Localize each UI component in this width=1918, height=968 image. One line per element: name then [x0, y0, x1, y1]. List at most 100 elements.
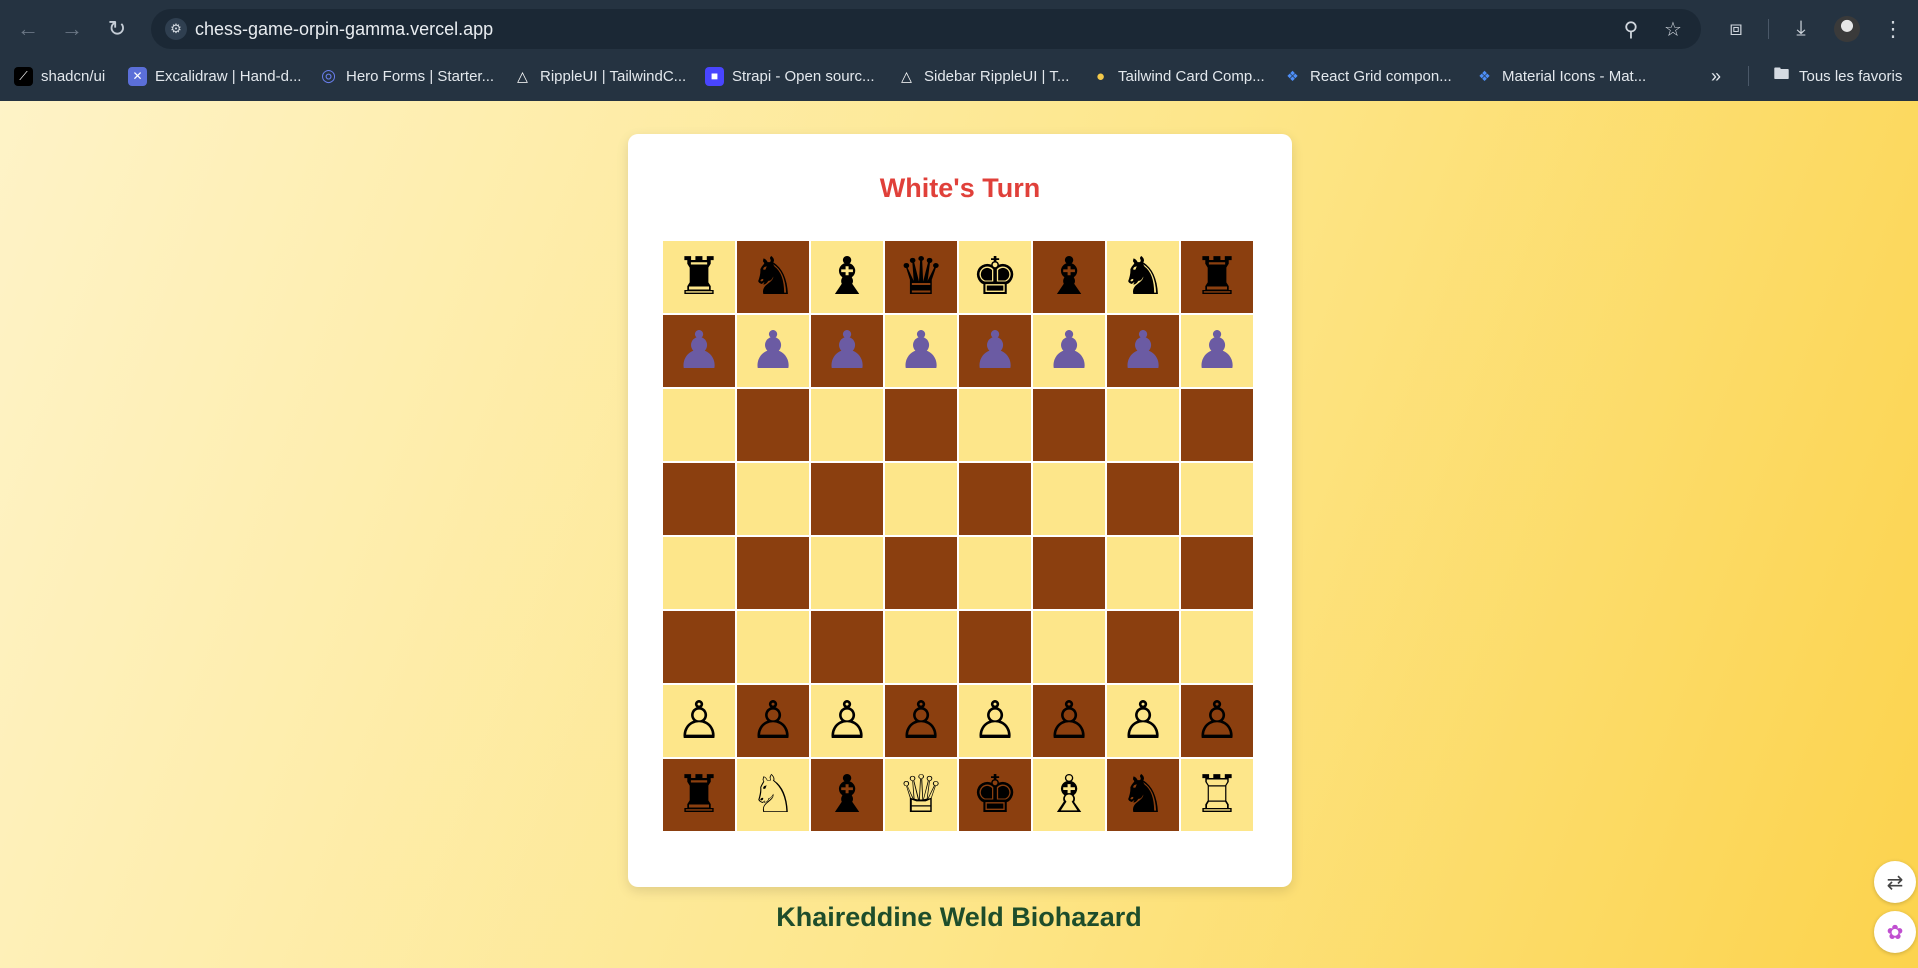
chess-piece[interactable]: ♙ — [824, 695, 871, 747]
chess-piece[interactable]: ♙ — [898, 695, 945, 747]
chess-piece[interactable]: ♜ — [676, 251, 723, 303]
square-d6[interactable] — [885, 389, 957, 461]
chess-piece[interactable]: ♕ — [898, 769, 945, 821]
chess-piece[interactable]: ♜ — [676, 769, 723, 821]
chess-piece[interactable]: ♟ — [676, 325, 723, 377]
square-c5[interactable] — [811, 463, 883, 535]
bookmark-item[interactable]: △ RippleUI | TailwindC... — [513, 62, 686, 90]
square-a2[interactable]: ♙ — [663, 685, 735, 757]
chess-piece[interactable]: ♙ — [972, 695, 1019, 747]
bookmarks-overflow-button[interactable]: » — [1711, 62, 1721, 90]
chess-piece[interactable]: ♟ — [1194, 325, 1241, 377]
chess-piece[interactable]: ♞ — [1120, 769, 1167, 821]
chess-piece[interactable]: ♙ — [1046, 695, 1093, 747]
square-e7[interactable]: ♟ — [959, 315, 1031, 387]
square-d5[interactable] — [885, 463, 957, 535]
square-g6[interactable] — [1107, 389, 1179, 461]
chess-piece[interactable]: ♚ — [972, 769, 1019, 821]
square-e4[interactable] — [959, 537, 1031, 609]
bookmark-item[interactable]: ❖ Material Icons - Mat... — [1475, 62, 1646, 90]
square-f3[interactable] — [1033, 611, 1105, 683]
square-f7[interactable]: ♟ — [1033, 315, 1105, 387]
chess-piece[interactable]: ♛ — [898, 251, 945, 303]
reload-icon[interactable]: ↻ — [102, 14, 132, 44]
square-c3[interactable] — [811, 611, 883, 683]
square-d7[interactable]: ♟ — [885, 315, 957, 387]
chess-piece[interactable]: ♟ — [898, 325, 945, 377]
square-h2[interactable]: ♙ — [1181, 685, 1253, 757]
chess-piece[interactable]: ♟ — [1046, 325, 1093, 377]
square-g1[interactable]: ♞ — [1107, 759, 1179, 831]
square-g8[interactable]: ♞ — [1107, 241, 1179, 313]
square-f1[interactable]: ♗ — [1033, 759, 1105, 831]
chess-piece[interactable]: ♗ — [1046, 769, 1093, 821]
square-b1[interactable]: ♘ — [737, 759, 809, 831]
zoom-icon[interactable]: ⚲ — [1619, 17, 1643, 41]
chess-piece[interactable]: ♙ — [1120, 695, 1167, 747]
square-f5[interactable] — [1033, 463, 1105, 535]
square-g3[interactable] — [1107, 611, 1179, 683]
chess-piece[interactable]: ♖ — [1194, 769, 1241, 821]
square-b5[interactable] — [737, 463, 809, 535]
download-icon[interactable]: ⤓ — [1786, 14, 1816, 44]
square-d1[interactable]: ♕ — [885, 759, 957, 831]
square-a5[interactable] — [663, 463, 735, 535]
square-h8[interactable]: ♜ — [1181, 241, 1253, 313]
bookmark-item[interactable]: ⟋ shadcn/ui — [14, 62, 105, 90]
translate-icon[interactable]: ⇄ — [1874, 861, 1916, 903]
square-f6[interactable] — [1033, 389, 1105, 461]
square-a7[interactable]: ♟ — [663, 315, 735, 387]
square-f2[interactable]: ♙ — [1033, 685, 1105, 757]
square-e2[interactable]: ♙ — [959, 685, 1031, 757]
chess-piece[interactable]: ♙ — [750, 695, 797, 747]
square-h1[interactable]: ♖ — [1181, 759, 1253, 831]
square-g2[interactable]: ♙ — [1107, 685, 1179, 757]
square-d2[interactable]: ♙ — [885, 685, 957, 757]
chess-piece[interactable]: ♚ — [972, 251, 1019, 303]
ai-assistant-icon[interactable]: ✿ — [1874, 911, 1916, 953]
square-a4[interactable] — [663, 537, 735, 609]
forward-icon[interactable]: → — [57, 14, 87, 44]
square-b6[interactable] — [737, 389, 809, 461]
square-b2[interactable]: ♙ — [737, 685, 809, 757]
square-e1[interactable]: ♚ — [959, 759, 1031, 831]
extensions-icon[interactable]: ⧈ — [1721, 14, 1751, 44]
back-icon[interactable]: ← — [13, 14, 43, 44]
chess-piece[interactable]: ♝ — [1046, 251, 1093, 303]
square-c7[interactable]: ♟ — [811, 315, 883, 387]
square-h3[interactable] — [1181, 611, 1253, 683]
menu-kebab-icon[interactable]: ⋮ — [1878, 14, 1908, 44]
bookmark-item[interactable]: ■ Strapi - Open sourc... — [705, 62, 875, 90]
square-c6[interactable] — [811, 389, 883, 461]
square-b7[interactable]: ♟ — [737, 315, 809, 387]
square-d3[interactable] — [885, 611, 957, 683]
bookmark-item[interactable]: ● Tailwind Card Comp... — [1091, 62, 1265, 90]
square-h4[interactable] — [1181, 537, 1253, 609]
square-g7[interactable]: ♟ — [1107, 315, 1179, 387]
square-a1[interactable]: ♜ — [663, 759, 735, 831]
site-settings-icon[interactable]: ⚙ — [165, 18, 187, 40]
square-d8[interactable]: ♛ — [885, 241, 957, 313]
square-e8[interactable]: ♚ — [959, 241, 1031, 313]
square-c1[interactable]: ♝ — [811, 759, 883, 831]
square-a6[interactable] — [663, 389, 735, 461]
square-a8[interactable]: ♜ — [663, 241, 735, 313]
square-c4[interactable] — [811, 537, 883, 609]
bookmark-item[interactable]: ❖ React Grid compon... — [1283, 62, 1452, 90]
chess-piece[interactable]: ♟ — [750, 325, 797, 377]
chess-piece[interactable]: ♟ — [1120, 325, 1167, 377]
chess-piece[interactable]: ♙ — [676, 695, 723, 747]
square-d4[interactable] — [885, 537, 957, 609]
bookmark-star-icon[interactable]: ☆ — [1661, 17, 1685, 41]
chess-piece[interactable]: ♜ — [1194, 251, 1241, 303]
square-f8[interactable]: ♝ — [1033, 241, 1105, 313]
square-h7[interactable]: ♟ — [1181, 315, 1253, 387]
bookmark-item[interactable]: ✕ Excalidraw | Hand-d... — [128, 62, 301, 90]
chess-piece[interactable]: ♟ — [972, 325, 1019, 377]
square-e6[interactable] — [959, 389, 1031, 461]
square-e5[interactable] — [959, 463, 1031, 535]
square-f4[interactable] — [1033, 537, 1105, 609]
chess-piece[interactable]: ♟ — [824, 325, 871, 377]
square-g4[interactable] — [1107, 537, 1179, 609]
square-b4[interactable] — [737, 537, 809, 609]
